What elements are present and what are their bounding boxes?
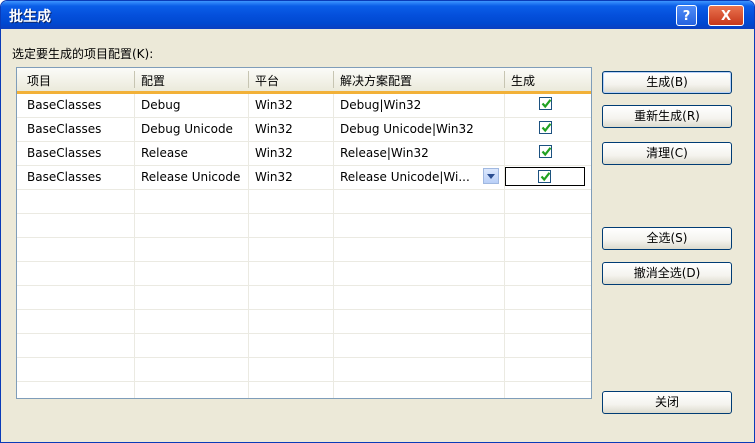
- empty-row: [17, 190, 591, 214]
- cell-project: BaseClasses: [27, 98, 102, 112]
- build-checkbox[interactable]: [539, 121, 552, 134]
- project-config-list[interactable]: 项目 配置 平台 解决方案配置 生成 BaseClasses Debug Win…: [16, 67, 592, 399]
- cell-project: BaseClasses: [27, 146, 102, 160]
- column-header-build[interactable]: 生成: [511, 72, 535, 89]
- column-divider[interactable]: [134, 71, 135, 88]
- column-divider[interactable]: [248, 71, 249, 88]
- cell-platform: Win32: [255, 170, 293, 184]
- table-row[interactable]: BaseClasses Debug Win32 Debug|Win32: [17, 94, 591, 118]
- empty-row: [17, 334, 591, 358]
- empty-row: [17, 238, 591, 262]
- column-divider[interactable]: [333, 71, 334, 88]
- empty-row: [17, 214, 591, 238]
- clean-button[interactable]: 清理(C): [602, 142, 732, 165]
- cell-project: BaseClasses: [27, 122, 102, 136]
- checkmark-icon: [541, 99, 552, 109]
- window-title: 批生成: [9, 9, 51, 25]
- column-header-project[interactable]: 项目: [27, 72, 51, 89]
- cell-config: Debug Unicode: [141, 122, 233, 136]
- rebuild-button[interactable]: 重新生成(R): [602, 105, 732, 128]
- chevron-down-icon: [487, 174, 495, 179]
- solution-config-dropdown[interactable]: [483, 168, 499, 184]
- checkmark-icon: [541, 147, 552, 157]
- cell-config: Debug: [141, 98, 181, 112]
- empty-row: [17, 262, 591, 286]
- cell-platform: Win32: [255, 146, 293, 160]
- close-window-button[interactable]: X: [708, 5, 744, 26]
- build-checkbox[interactable]: [539, 145, 552, 158]
- checkmark-icon: [541, 123, 552, 133]
- column-header-platform[interactable]: 平台: [255, 72, 279, 89]
- cell-solution-config: Debug|Win32: [340, 98, 422, 112]
- cell-platform: Win32: [255, 122, 293, 136]
- cell-platform: Win32: [255, 98, 293, 112]
- checkmark-icon: [540, 172, 551, 182]
- table-row[interactable]: BaseClasses Debug Unicode Win32 Debug Un…: [17, 118, 591, 142]
- cell-project: BaseClasses: [27, 170, 102, 184]
- dialog-body: 选定要生成的项目配置(K): 项目 配置 平台 解决方案配置 生成 BaseCl…: [4, 29, 751, 439]
- empty-row: [17, 358, 591, 382]
- column-header-solution-config[interactable]: 解决方案配置: [340, 72, 412, 89]
- select-all-button[interactable]: 全选(S): [602, 227, 732, 250]
- column-divider[interactable]: [504, 71, 505, 88]
- deselect-all-button[interactable]: 撤消全选(D): [602, 262, 732, 285]
- title-bar[interactable]: 批生成 ? X: [1, 1, 754, 29]
- batch-build-dialog: 批生成 ? X 选定要生成的项目配置(K): 项目 配置 平台 解决方案配置 生…: [0, 0, 755, 443]
- build-button[interactable]: 生成(B): [602, 71, 732, 94]
- build-checkbox[interactable]: [538, 170, 551, 183]
- empty-row: [17, 310, 591, 334]
- build-cell-editor[interactable]: [505, 167, 585, 186]
- cell-solution-config: Release Unicode|Wi...: [340, 170, 470, 184]
- cell-solution-config: Debug Unicode|Win32: [340, 122, 474, 136]
- table-row[interactable]: BaseClasses Release Win32 Release|Win32: [17, 142, 591, 166]
- project-config-label: 选定要生成的项目配置(K):: [12, 47, 154, 61]
- cell-config: Release Unicode: [141, 170, 241, 184]
- cell-solution-config: Release|Win32: [340, 146, 429, 160]
- cell-config: Release: [141, 146, 188, 160]
- list-header: 项目 配置 平台 解决方案配置 生成: [17, 68, 591, 94]
- column-header-config[interactable]: 配置: [141, 72, 165, 89]
- close-button[interactable]: 关闭: [602, 391, 732, 414]
- help-button[interactable]: ?: [676, 5, 697, 26]
- build-checkbox[interactable]: [539, 97, 552, 110]
- table-row[interactable]: BaseClasses Release Unicode Win32 Releas…: [17, 166, 591, 190]
- empty-row: [17, 286, 591, 310]
